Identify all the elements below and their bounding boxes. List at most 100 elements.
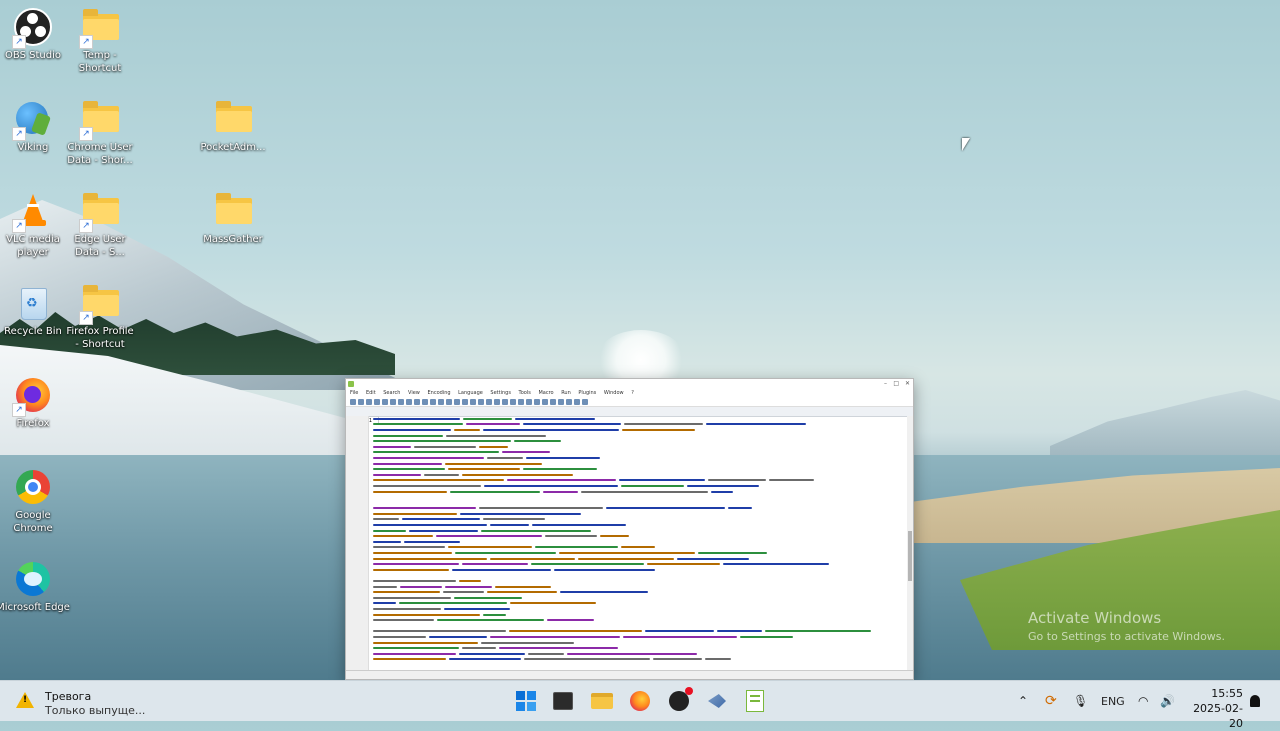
start-button[interactable] <box>511 686 541 716</box>
toolbar-button[interactable] <box>470 398 476 405</box>
desktop-icon-recycle-bin[interactable]: ♻ Recycle Bin <box>0 284 70 338</box>
menu-search[interactable]: Search <box>383 390 400 396</box>
toolbar-button[interactable] <box>574 398 580 405</box>
toolbar-button[interactable] <box>438 398 444 405</box>
folder-icon: ↗ <box>79 192 119 233</box>
menu-encoding[interactable]: Encoding <box>428 390 451 396</box>
shortcut-arrow-icon: ↗ <box>79 127 93 141</box>
toolbar-button[interactable] <box>454 398 460 405</box>
desktop-icon-massgather[interactable]: MassGather <box>196 192 270 246</box>
code-token <box>507 479 616 482</box>
taskbar-app-obs[interactable] <box>664 686 694 716</box>
toolbar-button[interactable] <box>542 398 548 405</box>
code-token <box>528 652 564 655</box>
menu-settings[interactable]: Settings <box>490 390 511 396</box>
desktop-icon-firefox[interactable]: ↗ Firefox <box>0 376 70 430</box>
vertical-scrollbar[interactable] <box>907 416 913 671</box>
scrollbar-thumb[interactable] <box>908 531 912 581</box>
code-token <box>509 630 642 633</box>
toolbar-button[interactable] <box>518 398 524 405</box>
taskbar-clock[interactable]: 15:55 2025-02-20 <box>1187 686 1243 731</box>
toolbar-button[interactable] <box>550 398 556 405</box>
menu-help[interactable]: ? <box>631 390 634 396</box>
desktop-icon-vlc[interactable]: ↗ VLC media player <box>0 192 70 259</box>
code-editor[interactable] <box>346 416 913 671</box>
code-token <box>448 468 520 471</box>
taskbar-app-notepad-plus[interactable] <box>740 686 770 716</box>
menu-macro[interactable]: Macro <box>538 390 553 396</box>
code-token <box>578 557 674 560</box>
desktop-icon-label: VLC media player <box>6 234 60 258</box>
toolbar-button[interactable] <box>382 398 388 405</box>
desktop-icon-microsoft-edge[interactable]: Microsoft Edge <box>0 560 70 614</box>
toolbar-button[interactable] <box>406 398 412 405</box>
toolbar-button[interactable] <box>526 398 532 405</box>
tray-volume[interactable]: 🔊 <box>1160 681 1175 721</box>
tray-sync-icon[interactable]: ⟳ <box>1045 681 1057 721</box>
language-indicator[interactable]: ENG <box>1101 681 1125 721</box>
code-token <box>373 434 443 437</box>
desktop-icon-viking[interactable]: ↗ Viking <box>0 100 70 154</box>
show-hidden-icons-button[interactable]: ⌃ <box>1018 681 1028 721</box>
notifications-button[interactable] <box>1250 681 1260 721</box>
toolbar-button[interactable] <box>582 398 588 405</box>
toolbar-button[interactable] <box>390 398 396 405</box>
toolbar-button[interactable] <box>350 398 356 405</box>
desktop-icon-label: Viking <box>17 142 49 153</box>
desktop-icon-label: MassGather <box>203 234 263 245</box>
desktop-icon-edge-user-data[interactable]: ↗ Edge User Data - S... <box>63 192 137 259</box>
tray-network[interactable]: ◠ <box>1138 681 1148 721</box>
toolbar-button[interactable] <box>398 398 404 405</box>
toolbar-button[interactable] <box>566 398 572 405</box>
notepad-status-bar <box>346 670 913 679</box>
code-token <box>429 635 487 638</box>
minimize-button[interactable]: – <box>884 379 887 389</box>
desktop-icon-pocketadm[interactable]: PocketAdm... <box>196 100 270 154</box>
maximize-button[interactable]: □ <box>893 379 899 389</box>
weather-widget[interactable]: ! Тревога Только выпуще... <box>16 686 166 717</box>
desktop-icon-google-chrome[interactable]: Google Chrome <box>0 468 70 535</box>
toolbar-button[interactable] <box>510 398 516 405</box>
code-token <box>532 524 626 527</box>
code-text-area[interactable] <box>369 416 913 671</box>
menu-language[interactable]: Language <box>458 390 483 396</box>
desktop-icon-chrome-user-data[interactable]: ↗ Chrome User Data - Shor... <box>63 100 137 167</box>
notepad-window[interactable]: – □ ✕ File Edit Search View Encoding Lan… <box>345 378 914 680</box>
menu-plugins[interactable]: Plugins <box>578 390 596 396</box>
desktop-icon-obs-studio[interactable]: ↗ OBS Studio <box>0 8 70 62</box>
toolbar-button[interactable] <box>374 398 380 405</box>
taskbar-app-file-explorer[interactable] <box>587 686 617 716</box>
toolbar-button[interactable] <box>446 398 452 405</box>
menu-run[interactable]: Run <box>561 390 571 396</box>
toolbar-button[interactable] <box>414 398 420 405</box>
toolbar-button[interactable] <box>358 398 364 405</box>
menu-view[interactable]: View <box>408 390 420 396</box>
menu-tools[interactable]: Tools <box>519 390 531 396</box>
taskbar-app-terminal[interactable] <box>548 686 578 716</box>
taskbar-app-remote[interactable] <box>702 686 732 716</box>
menu-file[interactable]: File <box>350 390 358 396</box>
toolbar-button[interactable] <box>486 398 492 405</box>
toolbar-button[interactable] <box>534 398 540 405</box>
code-token <box>404 540 460 543</box>
toolbar-button[interactable] <box>462 398 468 405</box>
toolbar-button[interactable] <box>478 398 484 405</box>
menu-edit[interactable]: Edit <box>366 390 376 396</box>
desktop-icon-temp-shortcut[interactable]: ↗ Temp - Shortcut <box>63 8 137 75</box>
toolbar-button[interactable] <box>430 398 436 405</box>
menu-window[interactable]: Window <box>604 390 624 396</box>
close-button[interactable]: ✕ <box>905 379 910 389</box>
toolbar-button[interactable] <box>494 398 500 405</box>
code-token <box>373 602 396 605</box>
code-token <box>622 428 695 431</box>
code-token <box>373 635 426 638</box>
tray-microphone[interactable]: 🎙 <box>1073 681 1088 721</box>
toolbar-button[interactable] <box>422 398 428 405</box>
notepad-title-bar[interactable]: – □ ✕ <box>346 379 913 389</box>
taskbar-app-firefox[interactable] <box>625 686 655 716</box>
toolbar-button[interactable] <box>366 398 372 405</box>
toolbar-button[interactable] <box>502 398 508 405</box>
toolbar-button[interactable] <box>558 398 564 405</box>
desktop-icon-firefox-profile[interactable]: ↗ Firefox Profile - Shortcut <box>63 284 137 351</box>
chrome-icon <box>14 468 52 506</box>
